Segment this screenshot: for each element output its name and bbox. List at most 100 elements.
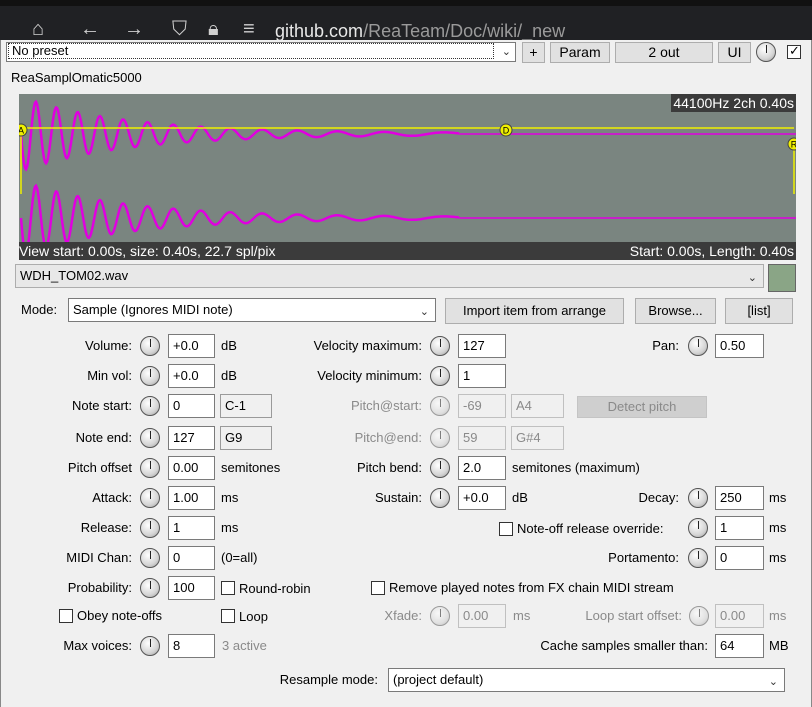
note-end-label: Note end: (75, 430, 132, 445)
attack-knob[interactable] (140, 488, 160, 508)
portamento-unit: ms (769, 550, 787, 565)
resample-mode-dropdown[interactable]: (project default) ⌄ (388, 668, 785, 692)
velocity-min-knob[interactable] (430, 366, 450, 386)
note-off-release-knob[interactable] (688, 518, 708, 538)
obey-note-offs-checkbox[interactable] (59, 609, 73, 623)
volume-field[interactable]: +0.0 (168, 334, 215, 358)
preset-dropdown[interactable]: No preset ⌄ (6, 42, 516, 62)
note-off-override-checkbox[interactable] (499, 522, 513, 536)
min-vol-knob[interactable] (140, 366, 160, 386)
note-end-knob[interactable] (140, 428, 160, 448)
mode-value: Sample (Ignores MIDI note) (73, 302, 233, 317)
pan-field[interactable]: 0.50 (715, 334, 764, 358)
velocity-max-field[interactable]: 127 (458, 334, 506, 358)
decay-knob[interactable] (688, 488, 708, 508)
channel-left-wave (19, 99, 460, 172)
resample-mode-label: Resample mode: (279, 672, 378, 687)
back-icon[interactable]: ← (80, 18, 100, 41)
wet-knob[interactable] (756, 42, 776, 62)
pitch-start-field[interactable]: -69 (458, 394, 506, 418)
sustain-field[interactable]: +0.0 (458, 486, 506, 510)
detect-pitch-button[interactable]: Detect pitch (577, 396, 707, 418)
note-start-field[interactable]: 0 (168, 394, 215, 418)
volume-knob[interactable] (140, 336, 160, 356)
note-start-name[interactable]: C-1 (220, 394, 272, 418)
home-icon[interactable]: ⌂ (32, 18, 44, 41)
pan-knob[interactable] (688, 336, 708, 356)
pitch-offset-field[interactable]: 0.00 (168, 456, 215, 480)
velocity-min-label: Velocity minimum: (317, 368, 422, 383)
release-field[interactable]: 1 (168, 516, 215, 540)
pitch-start-note[interactable]: A4 (511, 394, 564, 418)
release-knob[interactable] (140, 518, 160, 538)
url-path: /ReaTeam/Doc/wiki/_new (363, 21, 566, 41)
browse-button[interactable]: Browse... (635, 298, 716, 324)
cache-field[interactable]: 64 (715, 634, 764, 658)
pan-label: Pan: (652, 338, 679, 353)
probability-label: Probability: (67, 580, 132, 595)
io-button[interactable]: 2 out (615, 42, 713, 63)
note-start-knob[interactable] (140, 396, 160, 416)
bypass-checkbox[interactable] (787, 43, 801, 59)
midi-chan-field[interactable]: 0 (168, 546, 215, 570)
midi-chan-knob[interactable] (140, 548, 160, 568)
velocity-min-field[interactable]: 1 (458, 364, 506, 388)
loop-start-offset-knob[interactable] (689, 606, 709, 626)
pitch-bend-label: Pitch bend: (356, 460, 422, 475)
lock-icon[interactable]: 🔒︎ (208, 18, 219, 41)
portamento-field[interactable]: 0 (715, 546, 764, 570)
note-end-field[interactable]: 127 (168, 426, 215, 450)
attack-field[interactable]: 1.00 (168, 486, 215, 510)
loop-start-offset-field[interactable]: 0.00 (715, 604, 764, 628)
pitch-end-label: Pitch@end: (354, 430, 422, 445)
sample-file-dropdown[interactable]: WDH_TOM02.wav ⌄ (15, 264, 764, 288)
browser-toolbar: ⌂ ← → ⛉ 🔒︎ ≡ github.com/ReaTeam/Doc/wiki… (0, 0, 812, 42)
list-button[interactable]: [list] (725, 298, 793, 324)
add-preset-button[interactable]: + (522, 42, 545, 63)
loop-checkbox[interactable] (221, 609, 235, 623)
pitch-offset-knob[interactable] (140, 458, 160, 478)
permissions-icon[interactable]: ≡ (243, 18, 255, 41)
note-off-release-field[interactable]: 1 (715, 516, 764, 540)
sustain-knob[interactable] (430, 488, 450, 508)
pitch-end-knob[interactable] (430, 428, 450, 448)
obey-note-offs-label: Obey note-offs (77, 608, 163, 623)
import-item-button[interactable]: Import item from arrange (445, 298, 624, 324)
decay-field[interactable]: 250 (715, 486, 764, 510)
max-voices-knob[interactable] (140, 636, 160, 656)
round-robin-checkbox[interactable] (221, 581, 235, 595)
pitch-start-knob[interactable] (430, 396, 450, 416)
param-button[interactable]: Param (550, 42, 610, 63)
remove-notes-checkbox[interactable] (371, 581, 385, 595)
probability-knob[interactable] (140, 578, 160, 598)
portamento-label: Portamento: (608, 550, 679, 565)
sample-color-swatch[interactable] (768, 264, 796, 292)
pitch-start-label: Pitch@start: (351, 398, 422, 413)
pitch-bend-field[interactable]: 2.0 (458, 456, 506, 480)
pitch-end-note[interactable]: G#4 (511, 426, 564, 450)
xfade-knob[interactable] (430, 606, 450, 626)
pitch-end-field[interactable]: 59 (458, 426, 506, 450)
min-vol-field[interactable]: +0.0 (168, 364, 215, 388)
ui-button[interactable]: UI (718, 42, 751, 63)
address-bar[interactable]: github.com/ReaTeam/Doc/wiki/_new (275, 21, 565, 42)
portamento-knob[interactable] (688, 548, 708, 568)
volume-label: Volume: (85, 338, 132, 353)
mode-dropdown[interactable]: Sample (Ignores MIDI note) ⌄ (68, 298, 436, 322)
plugin-name: ReaSamplOmatic5000 (11, 70, 142, 85)
forward-icon[interactable]: → (124, 18, 144, 41)
shield-icon[interactable]: ⛉ (172, 18, 187, 41)
xfade-field[interactable]: 0.00 (458, 604, 506, 628)
note-end-name[interactable]: G9 (220, 426, 272, 450)
decay-label: Decay: (638, 490, 679, 505)
probability-field[interactable]: 100 (168, 576, 215, 600)
max-voices-field[interactable]: 8 (168, 634, 215, 658)
waveform-display[interactable]: A D R 44100Hz 2ch 0.40s View start: 0.00s,… (19, 94, 796, 260)
range-info: Start: 0.00s, Length: 0.40s (629, 243, 794, 259)
velocity-max-knob[interactable] (430, 336, 450, 356)
sample-file-name: WDH_TOM02.wav (20, 268, 129, 283)
cache-unit: MB (769, 638, 789, 653)
sustain-label: Sustain: (375, 490, 422, 505)
chevron-down-icon: ⌄ (419, 306, 429, 318)
pitch-bend-knob[interactable] (430, 458, 450, 478)
